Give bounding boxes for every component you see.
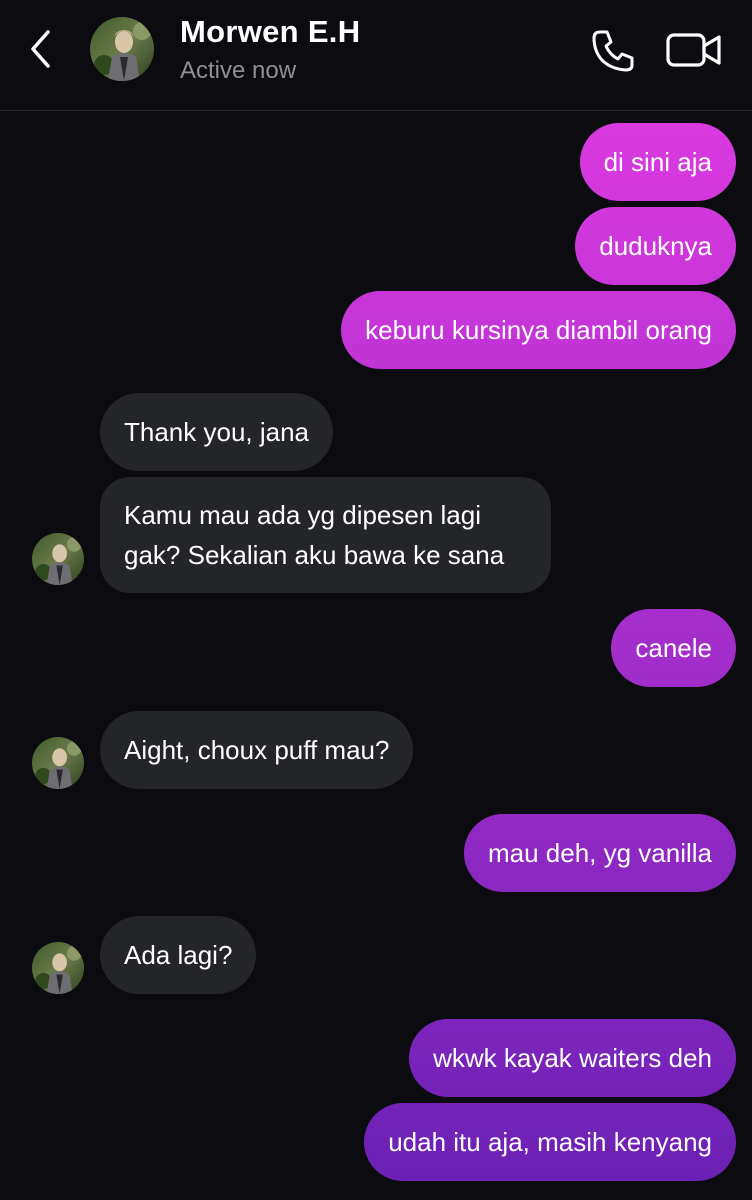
message-outgoing[interactable]: keburu kursinya diambil orang [341, 291, 736, 369]
message-outgoing[interactable]: wkwk kayak waiters deh [409, 1019, 736, 1097]
video-call-button[interactable] [664, 28, 724, 72]
back-button[interactable] [22, 26, 62, 72]
active-status: Active now [180, 57, 297, 84]
message-outgoing[interactable]: canele [611, 609, 736, 687]
message-incoming[interactable]: Thank you, jana [100, 393, 334, 471]
sender-avatar[interactable] [32, 942, 84, 994]
sender-avatar[interactable] [32, 737, 84, 789]
message-outgoing[interactable]: di sini aja [579, 123, 736, 201]
phone-icon [592, 30, 634, 72]
message-outgoing[interactable]: udah itu aja, masih kenyang [364, 1103, 736, 1181]
contact-avatar[interactable] [90, 17, 154, 81]
message-outgoing[interactable]: duduknya [575, 207, 736, 285]
message-thread[interactable]: di sini aja duduknya keburu kursinya dia… [0, 111, 752, 1200]
video-camera-icon [666, 33, 721, 67]
contact-name[interactable]: Morwen E.H [180, 14, 360, 50]
message-outgoing[interactable]: mau deh, yg vanilla [463, 814, 736, 892]
chevron-left-icon [31, 30, 50, 68]
message-incoming[interactable]: Ada lagi? [100, 916, 257, 994]
message-incoming[interactable]: Kamu mau ada yg dipesen lagi gak? Sekali… [100, 477, 551, 593]
sender-avatar[interactable] [32, 533, 84, 585]
message-incoming[interactable]: Aight, choux puff mau? [100, 711, 414, 789]
chat-header: Morwen E.H Active now [0, 0, 752, 111]
voice-call-button[interactable] [588, 26, 638, 76]
